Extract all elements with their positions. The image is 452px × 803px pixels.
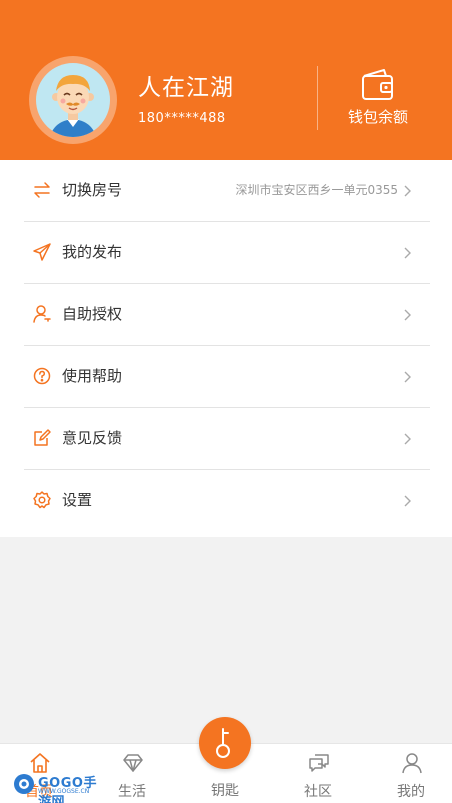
chat-bubbles-icon bbox=[308, 752, 330, 774]
menu-item-switch-room[interactable]: 切换房号 深圳市宝安区西乡一单元0355 bbox=[24, 160, 430, 222]
menu-label: 我的发布 bbox=[62, 243, 123, 261]
tab-key-label: 钥匙 bbox=[211, 783, 239, 799]
menu-label: 意见反馈 bbox=[62, 429, 123, 447]
key-button[interactable] bbox=[199, 717, 251, 769]
chevron-right-icon bbox=[400, 431, 414, 445]
tab-life[interactable]: 生活 bbox=[97, 744, 167, 803]
menu-label: 切换房号 bbox=[62, 181, 123, 199]
watermark-subtitle: WWW.GOGSE.CN bbox=[38, 788, 90, 795]
chevron-right-icon bbox=[400, 183, 414, 197]
menu-item-my-posts[interactable]: 我的发布 bbox=[24, 222, 430, 284]
user-key-icon bbox=[32, 304, 52, 324]
wallet-label: 钱包余额 bbox=[347, 108, 408, 126]
diamond-icon bbox=[122, 752, 144, 774]
profile-header: 人在江湖 180*****488 钱包余额 bbox=[0, 0, 452, 160]
username: 人在江湖 bbox=[138, 75, 234, 101]
tab-label: 生活 bbox=[118, 784, 146, 800]
person-icon bbox=[401, 752, 423, 774]
menu-label: 设置 bbox=[62, 491, 93, 509]
tab-mine[interactable]: 我的 bbox=[376, 744, 446, 803]
tab-label: 社区 bbox=[304, 784, 332, 800]
avatar[interactable] bbox=[36, 63, 110, 137]
menu-list: 切换房号 深圳市宝安区西乡一单元0355 我的发布 自助授权 使用帮助 意见反馈… bbox=[0, 160, 452, 537]
menu-item-self-authorization[interactable]: 自助授权 bbox=[24, 284, 430, 346]
watermark-logo: GOGO手游网 WWW.GOGSE.CN bbox=[12, 772, 104, 803]
header-divider bbox=[317, 66, 318, 130]
switch-arrows-icon bbox=[32, 180, 52, 200]
phone-number: 180*****488 bbox=[138, 111, 226, 126]
wallet-button[interactable]: 钱包余额 bbox=[338, 66, 418, 136]
help-circle-icon bbox=[32, 366, 52, 386]
menu-item-feedback[interactable]: 意见反馈 bbox=[24, 408, 430, 470]
chevron-right-icon bbox=[400, 369, 414, 383]
chevron-right-icon bbox=[400, 493, 414, 507]
send-plane-icon bbox=[32, 242, 52, 262]
menu-item-settings[interactable]: 设置 bbox=[24, 470, 430, 532]
tab-label: 我的 bbox=[397, 784, 425, 800]
tab-community[interactable]: 社区 bbox=[283, 744, 353, 803]
menu-label: 使用帮助 bbox=[62, 367, 123, 385]
home-icon bbox=[29, 752, 51, 774]
wallet-icon bbox=[360, 68, 396, 106]
gear-icon bbox=[32, 490, 52, 510]
watermark-icon bbox=[14, 774, 34, 794]
menu-item-help[interactable]: 使用帮助 bbox=[24, 346, 430, 408]
menu-label: 自助授权 bbox=[62, 305, 123, 323]
chevron-right-icon bbox=[400, 245, 414, 259]
current-room-address: 深圳市宝安区西乡一单元0355 bbox=[235, 183, 398, 197]
key-icon bbox=[199, 728, 251, 773]
edit-note-icon bbox=[32, 428, 52, 448]
chevron-right-icon bbox=[400, 307, 414, 321]
